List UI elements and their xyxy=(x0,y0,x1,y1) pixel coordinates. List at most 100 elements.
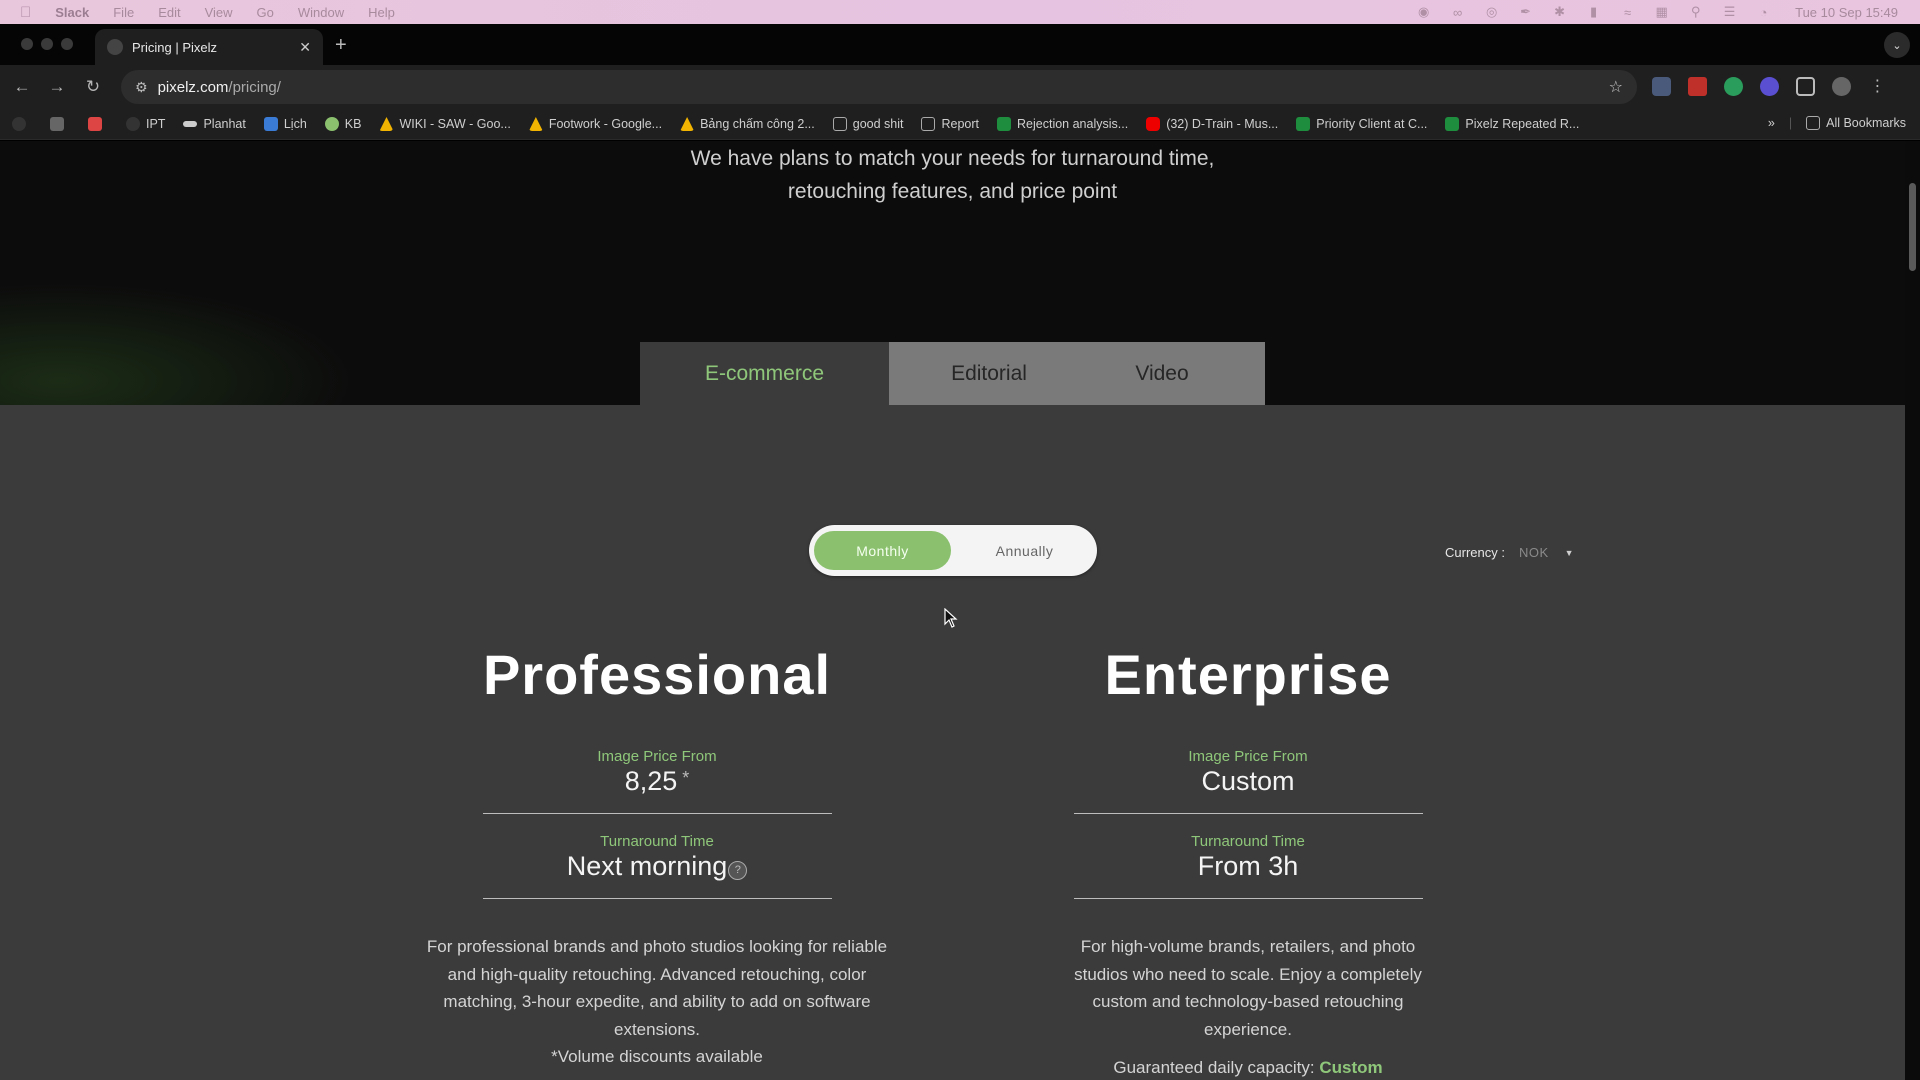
url-host: pixelz.com xyxy=(157,78,229,96)
billing-period-toggle[interactable]: Monthly Annually xyxy=(809,525,1097,576)
price-asterisk: * xyxy=(682,768,690,788)
extension-icons: ⋮ xyxy=(1652,77,1887,96)
profile-avatar-icon[interactable] xyxy=(1832,77,1851,96)
spotlight-search-icon[interactable]: ⚲ xyxy=(1687,4,1704,19)
browser-menu-icon[interactable]: ⋮ xyxy=(1868,77,1887,96)
close-window-button[interactable] xyxy=(21,38,33,50)
menu-help[interactable]: Help xyxy=(368,5,395,20)
creative-cloud-icon[interactable]: ∞ xyxy=(1449,5,1466,20)
page-scrollbar[interactable] xyxy=(1905,141,1920,1080)
site-info-icon[interactable]: ⚙ xyxy=(135,79,148,96)
browser-tab[interactable]: Pricing | Pixelz ✕ xyxy=(95,29,323,65)
apple-icon[interactable]:  xyxy=(20,4,31,21)
back-arrow-icon[interactable]: ← xyxy=(12,77,32,97)
bluetooth-icon[interactable]: ✱ xyxy=(1551,4,1568,19)
google-sheets-icon xyxy=(1296,117,1311,131)
turnaround-text: Next morning xyxy=(566,851,728,881)
extensions-puzzle-icon[interactable] xyxy=(1796,77,1815,96)
youtube-icon xyxy=(1146,117,1161,131)
menu-app-name[interactable]: Slack xyxy=(55,5,89,20)
caret-down-icon[interactable]: ▼ xyxy=(1565,548,1574,558)
extension-translate-icon[interactable] xyxy=(1652,77,1671,96)
bookmark-planhat[interactable]: Planhat xyxy=(183,117,246,131)
menu-edit[interactable]: Edit xyxy=(158,5,180,20)
divider xyxy=(482,813,832,814)
grammarly-icon[interactable]: ◎ xyxy=(1483,4,1500,19)
price-amount: 8,25 xyxy=(624,766,678,796)
address-bar[interactable]: ⚙ pixelz.com /pricing/ ☆ xyxy=(121,70,1637,104)
bookmark-apps-icon[interactable] xyxy=(12,117,32,131)
bookmark-lich[interactable]: Lịch xyxy=(263,117,307,131)
all-bookmarks[interactable]: All Bookmarks xyxy=(1806,116,1906,130)
bookmark-pixelz-repeated[interactable]: Pixelz Repeated R... xyxy=(1445,117,1579,131)
currency-value[interactable]: NOK xyxy=(1519,545,1549,560)
kb-icon xyxy=(324,117,339,131)
bookmark-footwork[interactable]: Footwork - Google... xyxy=(528,117,662,131)
bookmark-ipt[interactable]: IPT xyxy=(126,117,165,131)
scrollbar-thumb[interactable] xyxy=(1909,183,1916,271)
bookmark-priority-client[interactable]: Priority Client at C... xyxy=(1296,117,1427,131)
folder-icon xyxy=(1806,116,1821,130)
bookmark-good-shit[interactable]: good shit xyxy=(832,117,903,131)
status-app-icon[interactable]: ◉ xyxy=(1415,4,1432,19)
calendar-icon xyxy=(263,117,278,131)
currency-selector[interactable]: Currency : NOK ▼ xyxy=(1445,545,1574,560)
browser-toolbar: ← → ↻ ⚙ pixelz.com /pricing/ ☆ ⋮ xyxy=(0,65,1920,109)
menu-clock[interactable]: Tue 10 Sep 15:49 xyxy=(1795,5,1898,20)
calculator-icon[interactable]: ▦ xyxy=(1653,4,1670,19)
folder-icon xyxy=(832,117,847,131)
monthly-option[interactable]: Monthly xyxy=(814,531,951,570)
daily-capacity: Guaranteed daily capacity: Custom xyxy=(1008,1058,1488,1078)
tab-editorial[interactable]: Editorial xyxy=(889,342,1089,405)
category-tabs: E-commerce Editorial Video xyxy=(640,342,1265,405)
capacity-label: Guaranteed daily capacity: xyxy=(1113,1058,1315,1077)
bookmark-grid-icon[interactable] xyxy=(50,117,70,131)
pricing-page: We have plans to match your needs for tu… xyxy=(0,141,1920,1080)
tab-title: Pricing | Pixelz xyxy=(132,39,218,55)
menu-window[interactable]: Window xyxy=(298,5,344,20)
tab-video[interactable]: Video xyxy=(1089,342,1265,405)
bookmark-wiki[interactable]: WIKI - SAW - Goo... xyxy=(379,117,511,131)
bookmark-report[interactable]: Report xyxy=(921,117,979,131)
zoom-window-button[interactable] xyxy=(61,38,73,50)
grammarly-extension-icon[interactable] xyxy=(1724,77,1743,96)
divider xyxy=(1073,813,1423,814)
google-sheets-icon xyxy=(1445,117,1460,131)
plan-description: For high-volume brands, retailers, and p… xyxy=(1074,937,1422,1039)
hero-subtitle: We have plans to match your needs for tu… xyxy=(0,141,1905,208)
feather-icon[interactable]: ✒ xyxy=(1517,4,1534,19)
new-tab-button[interactable]: + xyxy=(335,34,347,57)
bookmark-rejection-analysis[interactable]: Rejection analysis... xyxy=(997,117,1128,131)
minimize-window-button[interactable] xyxy=(41,38,53,50)
control-center-icon[interactable]: ☰ xyxy=(1721,4,1738,19)
extension-red-icon[interactable] xyxy=(1688,77,1707,96)
plan-professional: Professional Image Price From 8,25 * Turn… xyxy=(417,631,897,1071)
bookmarks-bar: IPT Planhat Lịch KB WIKI - SAW - Goo... … xyxy=(0,109,1920,140)
bookmarks-overflow-icon[interactable]: » xyxy=(1768,116,1775,130)
help-question-icon[interactable]: ? xyxy=(728,861,748,880)
bookmark-bang-cham-cong[interactable]: Bảng chấm công 2... xyxy=(680,117,815,131)
tab-ecommerce[interactable]: E-commerce xyxy=(640,342,889,405)
menu-file[interactable]: File xyxy=(113,5,134,20)
extension-purple-icon[interactable] xyxy=(1760,77,1779,96)
forward-arrow-icon[interactable]: → xyxy=(47,77,67,97)
wifi-icon[interactable]: ≈ xyxy=(1619,5,1636,20)
battery-icon[interactable]: ▮ xyxy=(1585,4,1602,19)
reload-icon[interactable]: ↻ xyxy=(83,77,103,97)
bookmark-d-train[interactable]: (32) D-Train - Mus... xyxy=(1146,117,1278,131)
hero-line-2: retouching features, and price point xyxy=(787,180,1118,203)
notification-icon[interactable]: ◔ xyxy=(1755,5,1772,20)
bookmarks-divider: | xyxy=(1788,116,1793,130)
planhat-icon xyxy=(183,121,198,127)
bookmark-star-icon[interactable]: ☆ xyxy=(1609,77,1623,97)
google-sheets-icon xyxy=(997,117,1012,131)
menu-view[interactable]: View xyxy=(205,5,233,20)
bookmark-gmail-icon[interactable] xyxy=(88,117,108,131)
close-tab-icon[interactable]: ✕ xyxy=(299,39,311,56)
menu-go[interactable]: Go xyxy=(257,5,274,20)
tab-search-chevron-icon[interactable]: ⌄ xyxy=(1884,32,1910,58)
annually-option[interactable]: Annually xyxy=(956,531,1093,570)
plan-description: For professional brands and photo studio… xyxy=(426,937,888,1039)
bookmark-kb[interactable]: KB xyxy=(324,117,361,131)
google-drive-icon xyxy=(379,117,394,131)
